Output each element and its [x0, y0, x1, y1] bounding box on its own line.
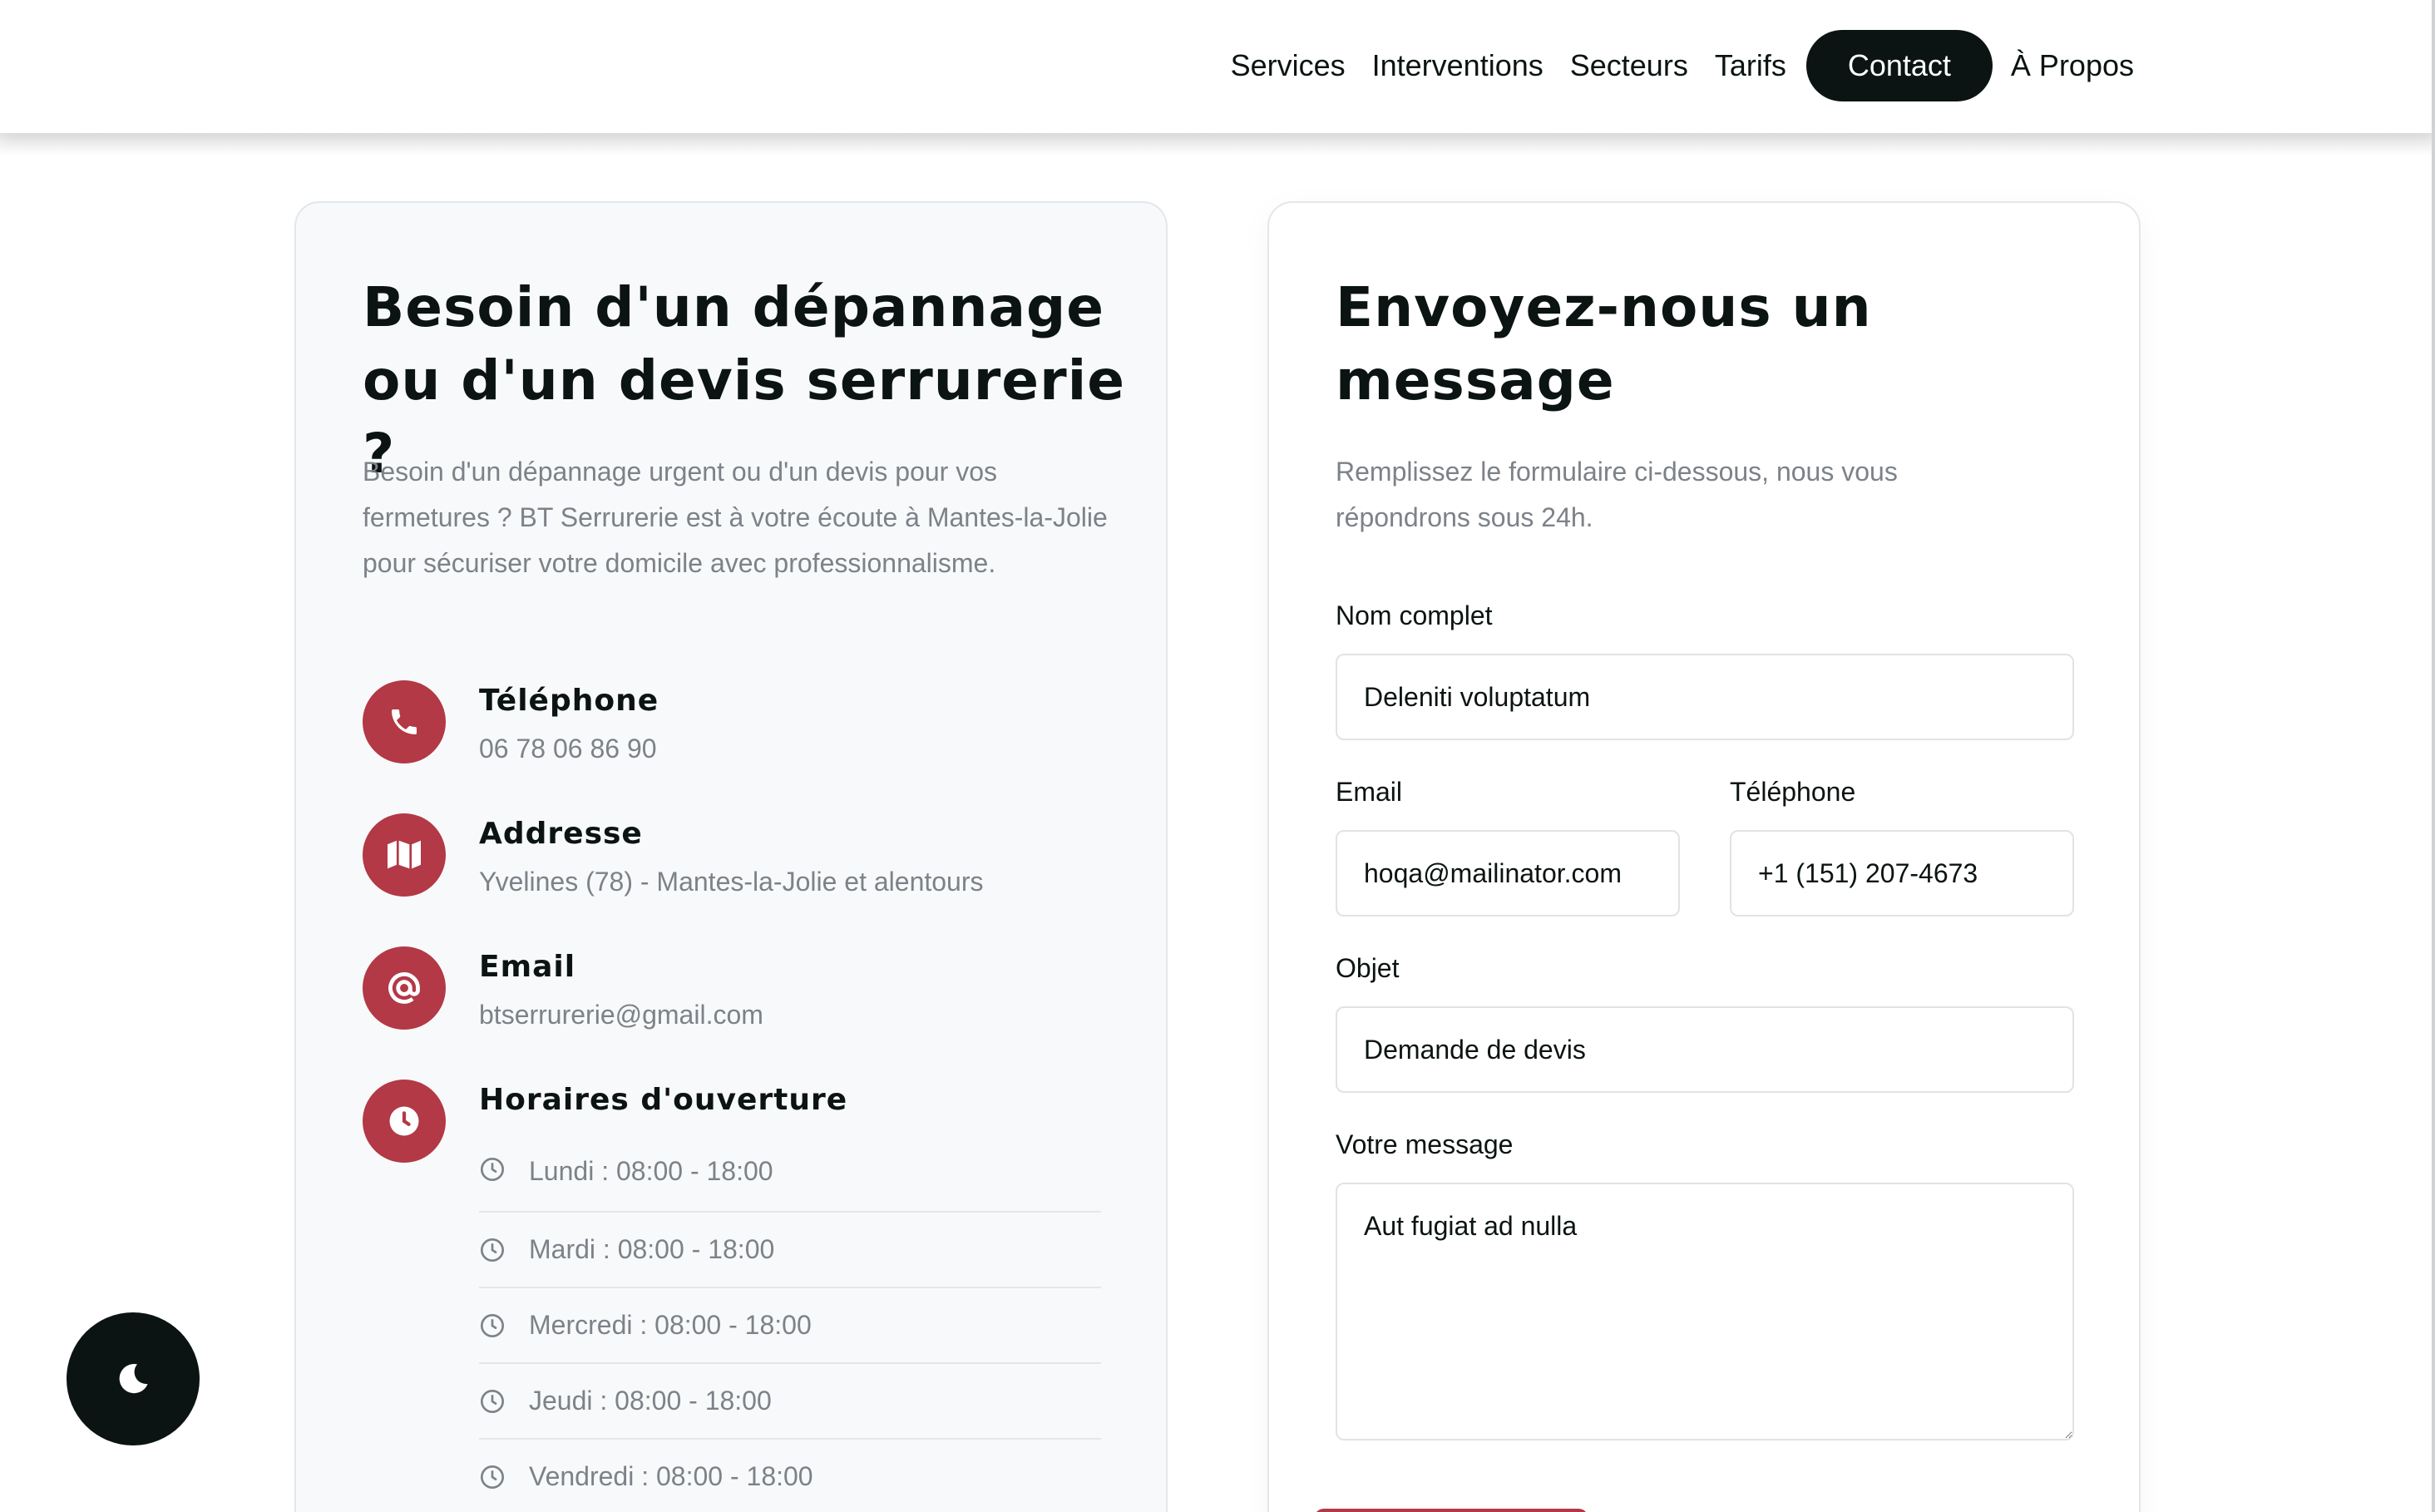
info-hours: Horaires d'ouverture Lundi : 08:00 - 18:… [363, 1080, 1101, 1512]
email-label: Email [1336, 777, 1403, 807]
clock-small-icon [481, 1389, 504, 1413]
info-address: Addresse Yvelines (78) - Mantes-la-Jolie… [363, 813, 1078, 897]
hours-row-monday: Lundi : 08:00 - 18:00 [479, 1146, 1101, 1213]
nav-link-contact[interactable]: Contact [1805, 30, 1993, 101]
message-textarea[interactable]: Aut fugiat ad nulla [1336, 1183, 2074, 1440]
info-phone-label: Téléphone [479, 684, 659, 718]
clock-small-icon [481, 1313, 504, 1337]
clock-small-icon [481, 1238, 504, 1262]
scrollbar-edge[interactable] [2432, 0, 2435, 1512]
header-shadow [0, 133, 2435, 156]
hours-row-wednesday: Mercredi : 08:00 - 18:00 [479, 1288, 1101, 1364]
nav-link-interventions[interactable]: Interventions [1372, 48, 1543, 83]
subject-input[interactable] [1336, 1006, 2074, 1093]
info-address-value: Yvelines (78) - Mantes-la-Jolie et alent… [479, 867, 984, 897]
hours-text: Vendredi : 08:00 - 18:00 [529, 1461, 813, 1491]
map-icon [363, 813, 446, 897]
name-input[interactable] [1336, 654, 2074, 740]
clock-icon [363, 1080, 446, 1163]
hours-row-thursday: Jeudi : 08:00 - 18:00 [479, 1364, 1101, 1440]
info-phone: Téléphone 06 78 06 86 90 [363, 680, 1078, 763]
main-nav: Services Interventions Secteurs Tarifs C… [1231, 30, 2134, 101]
nav-link-services[interactable]: Services [1231, 48, 1346, 83]
hours-text: Jeudi : 08:00 - 18:00 [529, 1386, 772, 1416]
contact-info-card: Besoin d'un dépannage ou d'un devis serr… [294, 201, 1168, 1512]
contact-form-title: Envoyez-nous un message [1336, 275, 1872, 413]
info-email-label: Email [479, 950, 576, 984]
nav-link-tarifs[interactable]: Tarifs [1715, 48, 1786, 83]
phone-label: Téléphone [1730, 777, 1856, 807]
at-sign-icon [363, 946, 446, 1030]
site-header: Services Interventions Secteurs Tarifs C… [0, 0, 2435, 133]
hours-text: Mardi : 08:00 - 18:00 [529, 1234, 775, 1264]
contact-form-card: Envoyez-nous un message Remplissez le fo… [1267, 201, 2141, 1512]
info-address-label: Addresse [479, 817, 643, 851]
info-email-value[interactable]: btserrurerie@gmail.com [479, 1000, 763, 1030]
phone-input[interactable] [1730, 830, 2074, 917]
moon-icon [119, 1363, 148, 1394]
info-phone-value[interactable]: 06 78 06 86 90 [479, 734, 657, 764]
submit-button[interactable] [1314, 1509, 1588, 1512]
hours-list: Lundi : 08:00 - 18:00 Mardi : 08:00 - 18… [479, 1146, 1101, 1512]
clock-small-icon [481, 1465, 504, 1489]
hours-row-friday: Vendredi : 08:00 - 18:00 [479, 1440, 1101, 1512]
dark-mode-toggle[interactable] [67, 1312, 200, 1445]
message-label: Votre message [1336, 1129, 1514, 1159]
info-email: Email btserrurerie@gmail.com [363, 946, 1078, 1030]
hours-row-tuesday: Mardi : 08:00 - 18:00 [479, 1213, 1101, 1288]
phone-icon [363, 680, 446, 763]
info-hours-label: Horaires d'ouverture [479, 1083, 848, 1117]
contact-info-intro: Besoin d'un dépannage urgent ou d'un dev… [363, 457, 1108, 578]
hours-text: Lundi : 08:00 - 18:00 [529, 1156, 773, 1186]
clock-small-icon [481, 1158, 504, 1181]
email-input[interactable] [1336, 830, 1680, 917]
nav-link-secteurs[interactable]: Secteurs [1570, 48, 1688, 83]
nav-link-a-propos[interactable]: À Propos [2011, 48, 2134, 83]
hours-text: Mercredi : 08:00 - 18:00 [529, 1310, 812, 1340]
subject-label: Objet [1336, 953, 1400, 983]
contact-form-intro: Remplissez le formulaire ci-dessous, nou… [1336, 457, 1898, 532]
name-label: Nom complet [1336, 600, 1493, 630]
